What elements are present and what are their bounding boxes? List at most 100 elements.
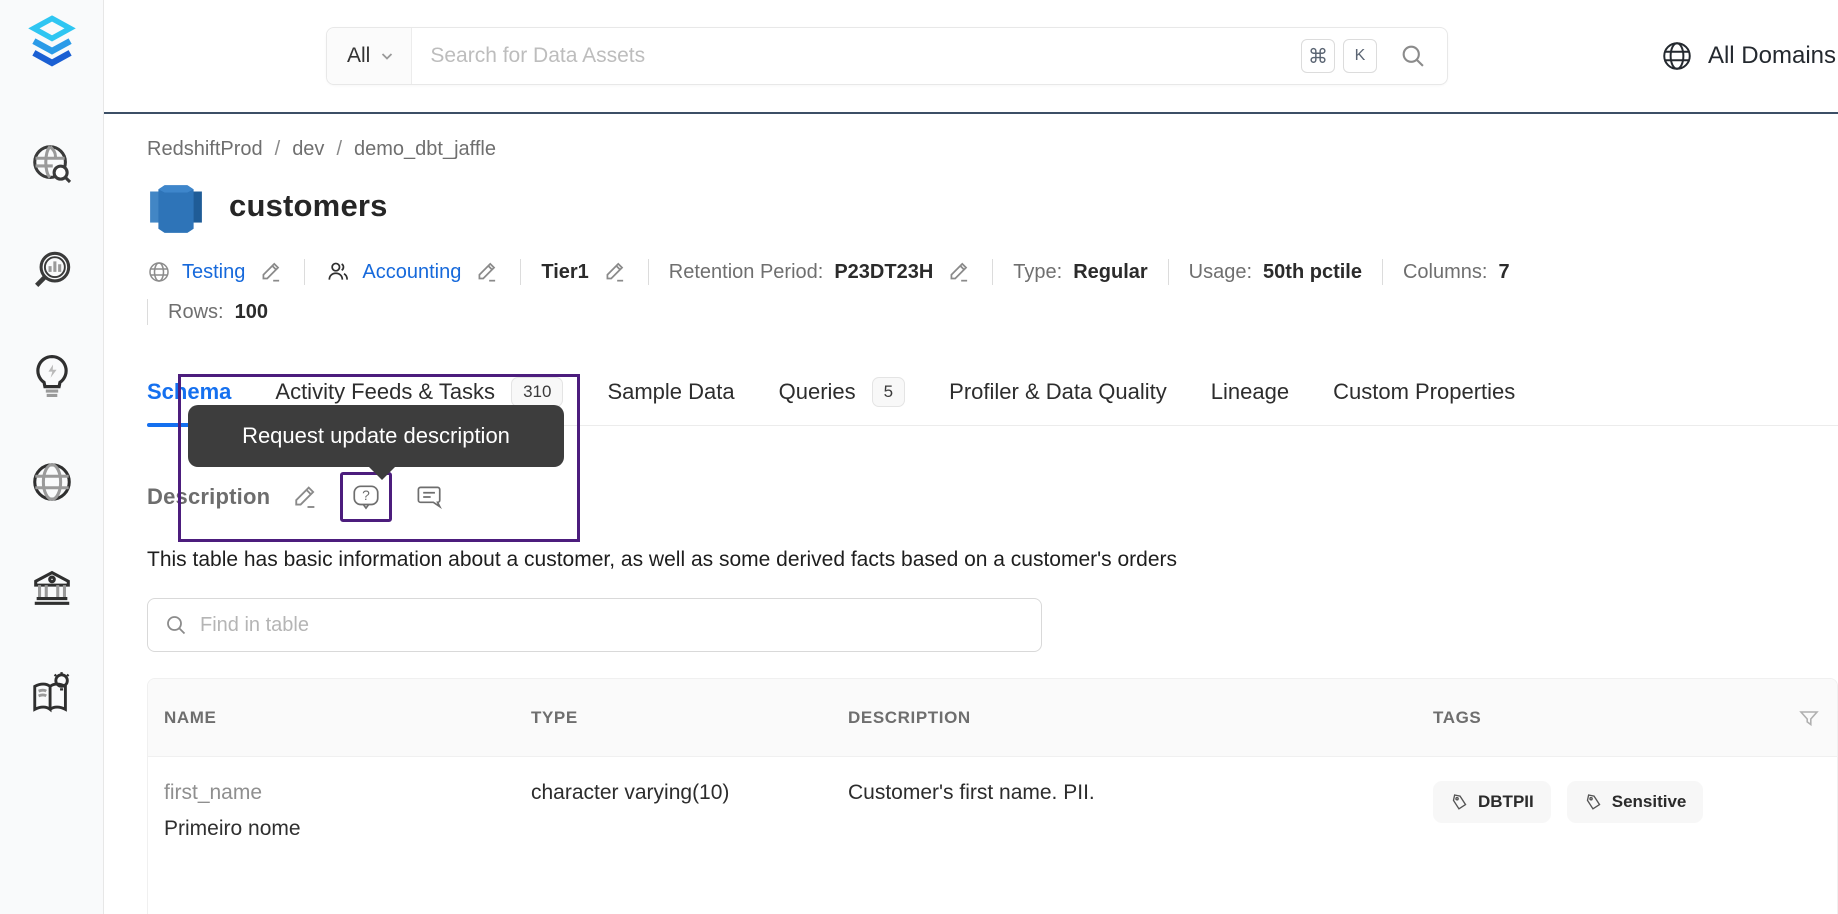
divider (147, 299, 148, 325)
sidebar-item-learning[interactable] (28, 670, 76, 718)
usage-meta: Usage: 50th pctile (1189, 261, 1362, 284)
queries-count-badge: 5 (871, 377, 906, 407)
tab-label: Schema (147, 379, 232, 404)
owner-link[interactable]: Accounting (362, 261, 461, 284)
breadcrumb-service[interactable]: RedshiftProd (147, 138, 263, 161)
sidebar-item-governance[interactable] (28, 564, 76, 612)
breadcrumb-separator: / (336, 138, 342, 160)
layers-logo-icon (28, 15, 76, 67)
domain-meta: Testing (147, 259, 284, 285)
pencil-icon (262, 262, 280, 282)
tooltip-text: Request update description (242, 423, 510, 448)
column-header-tags: TAGS (1433, 707, 1482, 727)
main-content: RedshiftProd / dev / demo_dbt_jaffle cus… (104, 116, 1838, 914)
sidebar-item-incidents[interactable] (28, 352, 76, 400)
schema-table: NAME TYPE DESCRIPTION TAGS first_name Pr… (147, 678, 1838, 914)
description-text: This table has basic information about a… (147, 548, 1178, 571)
tab-profiler[interactable]: Profiler & Data Quality (949, 379, 1167, 405)
global-search-bar: All ⌘ K (326, 27, 1448, 85)
sidebar-nav (0, 140, 104, 718)
edit-description-button[interactable] (290, 482, 320, 512)
tab-custom-properties[interactable]: Custom Properties (1333, 379, 1515, 405)
tier-meta: Tier1 (541, 259, 627, 285)
edit-domain-button[interactable] (258, 259, 284, 285)
globe-search-icon (33, 145, 72, 184)
tag-chip[interactable]: Sensitive (1566, 781, 1704, 823)
svg-text:?: ? (362, 487, 370, 503)
tag-label: Sensitive (1611, 792, 1687, 811)
domains-label: All Domains (1707, 42, 1836, 69)
divider (992, 259, 994, 285)
table-row[interactable]: first_name Primeiro nome character varyi… (148, 757, 1837, 914)
columns-label: Columns: (1402, 260, 1488, 283)
tag-label: DBTPII (1478, 792, 1534, 811)
tab-label: Profiler & Data Quality (949, 379, 1167, 404)
chart-magnifier-icon (35, 251, 71, 287)
owner-meta: Accounting (325, 259, 500, 285)
rows-value: 100 (234, 300, 268, 323)
edit-retention-button[interactable] (946, 259, 972, 285)
usage-label: Usage: (1188, 260, 1253, 283)
tab-label: Lineage (1210, 379, 1290, 404)
entity-meta-row: Testing Accounting Tier1 Retention Perio… (147, 259, 1838, 285)
tag-icon (1452, 793, 1467, 810)
type-label: Type: (1013, 260, 1063, 283)
help-bubble-icon: ? (353, 485, 379, 510)
top-header: All ⌘ K All Domains (104, 0, 1838, 114)
find-in-table (147, 598, 1042, 652)
search-filter-dropdown[interactable]: All (327, 28, 413, 84)
domain-link[interactable]: Testing (182, 261, 245, 284)
filter-icon[interactable] (1797, 707, 1821, 736)
tab-activity-feeds[interactable]: Activity Feeds & Tasks 310 (275, 377, 564, 407)
description-label: Description (147, 484, 271, 509)
divider (520, 259, 522, 285)
breadcrumb-schema[interactable]: demo_dbt_jaffle (354, 138, 496, 161)
search-filter-label: All (347, 44, 371, 67)
sidebar-item-observability[interactable] (28, 246, 76, 294)
page-title: customers (229, 188, 388, 223)
tooltip: Request update description (188, 405, 564, 480)
retention-value: P23DT23H (834, 260, 934, 283)
comment-icon[interactable] (412, 481, 444, 513)
tab-label: Queries (778, 379, 856, 404)
sidebar-item-explore[interactable] (28, 140, 76, 188)
rows-meta: Rows: 100 (168, 301, 268, 324)
tier-value: Tier1 (541, 260, 589, 283)
left-sidebar (0, 0, 104, 914)
activity-count-badge: 310 (511, 377, 564, 407)
tab-lineage[interactable]: Lineage (1211, 379, 1289, 405)
column-header-description: DESCRIPTION (848, 707, 971, 727)
tab-sample-data[interactable]: Sample Data (607, 379, 734, 405)
find-in-table-input[interactable] (200, 613, 1025, 637)
tag-chip[interactable]: DBTPII (1433, 781, 1551, 823)
entity-title-row: customers (147, 177, 1838, 235)
tab-schema[interactable]: Schema (147, 379, 248, 427)
tag-icon (1586, 793, 1601, 810)
edit-owner-button[interactable] (474, 259, 500, 285)
retention-meta: Retention Period: P23DT23H (669, 259, 972, 285)
usage-value: 50th pctile (1263, 260, 1362, 283)
cell-description: Customer's first name. PII. (848, 781, 1095, 804)
k-keycap: K (1343, 39, 1377, 73)
search-input[interactable] (412, 44, 1301, 68)
column-header-name: NAME (164, 707, 217, 727)
tab-queries[interactable]: Queries 5 (779, 377, 906, 407)
divider (1167, 259, 1169, 285)
domains-selector[interactable]: All Domains (1660, 39, 1838, 73)
breadcrumb-separator: / (274, 138, 281, 160)
book-bulb-icon (33, 672, 70, 713)
pencil-icon (478, 262, 496, 282)
sidebar-item-domains[interactable] (28, 458, 76, 506)
search-icon (167, 616, 186, 635)
divider (304, 259, 306, 285)
breadcrumb-database[interactable]: dev (292, 138, 324, 161)
app-logo[interactable] (20, 10, 84, 74)
globe-icon (33, 463, 71, 501)
divider (1381, 259, 1383, 285)
column-display-name: Primeiro nome (164, 817, 301, 840)
edit-tier-button[interactable] (602, 259, 628, 285)
pencil-icon (606, 262, 624, 282)
column-name[interactable]: first_name (164, 781, 515, 805)
search-icon[interactable] (1399, 42, 1427, 70)
chevron-down-icon (382, 53, 393, 60)
